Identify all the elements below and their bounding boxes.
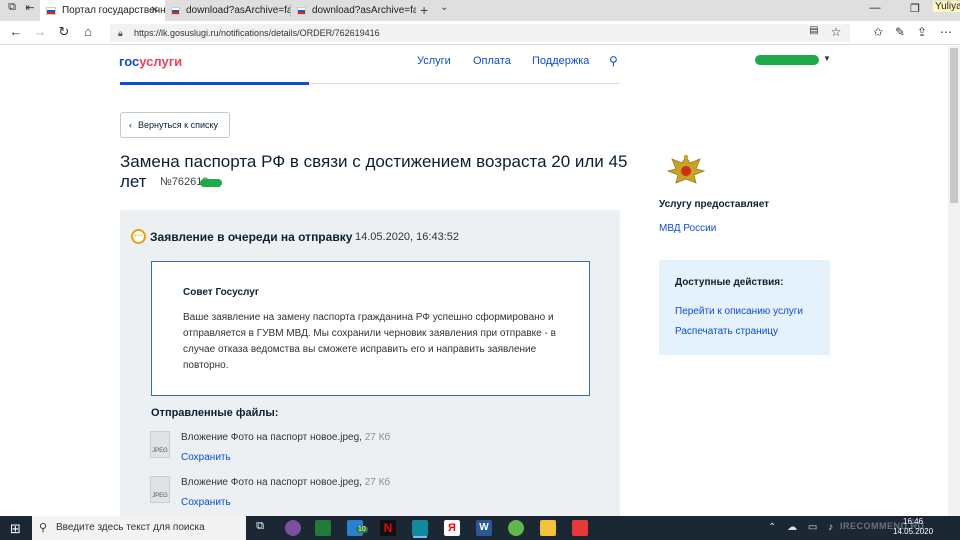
viber-icon[interactable] — [285, 520, 301, 536]
file-name: Вложение Фото на паспорт новое.jpeg, 27 … — [181, 432, 391, 443]
chevron-down-icon[interactable]: ▼ — [823, 54, 831, 63]
status-datetime: 14.05.2020, 16:43:52 — [355, 231, 459, 243]
store-icon[interactable] — [315, 520, 331, 536]
flag-icon — [46, 6, 56, 15]
browser-tab-bar: ⧉ ⇤ Портал государственн ✕ download?asAr… — [0, 0, 960, 21]
header-active-indicator — [120, 82, 309, 85]
minimize-icon[interactable]: — — [865, 2, 885, 14]
tab-title: download?asArchive=false — [311, 5, 416, 16]
taskbar-search[interactable]: ⚲ Введите здесь текст для поиска — [32, 516, 246, 540]
tab-actions-icon[interactable]: ⧉ — [4, 1, 20, 14]
tab-title: download?asArchive=false — [185, 5, 290, 16]
notes-icon[interactable]: ✎ — [892, 25, 908, 39]
close-tab-icon[interactable]: ✕ — [151, 5, 159, 16]
windows-start-icon[interactable]: ⊞ — [10, 521, 21, 537]
save-file-link[interactable]: Сохранить — [181, 452, 231, 463]
reading-view-icon[interactable]: ▤ — [806, 25, 822, 36]
logo-part-1: гос — [119, 54, 140, 69]
nav-support[interactable]: Поддержка — [532, 55, 589, 67]
edge-icon[interactable] — [412, 520, 428, 536]
file-name-text: Вложение Фото на паспорт новое.jpeg — [181, 477, 360, 488]
clock[interactable]: 16:46 14.05.2020 — [893, 517, 933, 537]
refresh-icon[interactable]: ↻ — [56, 24, 72, 40]
print-page-link[interactable]: Распечатать страницу — [675, 326, 778, 337]
system-tray-icons[interactable]: ⌃ ☁ ▭ ♪ — [768, 522, 837, 533]
status-text: Заявление в очереди на отправку — [150, 230, 353, 244]
home-icon[interactable]: ⌂ — [80, 24, 96, 39]
clock-date: 14.05.2020 — [893, 527, 934, 536]
more-menu-icon[interactable]: ⋯ — [938, 25, 954, 39]
search-icon[interactable]: ⚲ — [609, 54, 618, 68]
file-type-label: JPEG — [152, 493, 168, 499]
url-field[interactable]: 🔒︎ https://lk.gosuslugi.ru/notifications… — [110, 24, 850, 42]
site-header: госуслуги Услуги Оплата Поддержка ⚲ ▼ — [0, 46, 948, 86]
file-name-text: Вложение Фото на паспорт новое.jpeg — [181, 432, 360, 443]
utorrent-icon[interactable] — [508, 520, 524, 536]
logo-part-2: услуги — [139, 54, 183, 69]
advice-title: Совет Госуслуг — [183, 287, 259, 298]
back-to-list-label: Вернуться к списку — [138, 120, 219, 130]
file-type-label: JPEG — [152, 448, 168, 454]
flag-icon — [297, 6, 306, 15]
address-bar: ← → ↻ ⌂ 🔒︎ https://lk.gosuslugi.ru/notif… — [0, 21, 960, 45]
tab-preview-chevron-icon[interactable]: ⌄ — [440, 2, 448, 13]
file-explorer-icon[interactable] — [540, 520, 556, 536]
mail-badge: 10 — [356, 526, 368, 533]
word-icon[interactable]: W — [476, 520, 492, 536]
redacted-order-digits — [200, 179, 222, 187]
jpeg-file-icon: JPEG — [150, 476, 170, 503]
tab-gosuslugi[interactable]: Портал государственн ✕ — [40, 0, 165, 21]
service-description-link[interactable]: Перейти к описанию услуги — [675, 306, 803, 317]
forward-arrow-icon[interactable]: → — [32, 24, 48, 39]
new-tab-icon[interactable]: + — [420, 2, 428, 18]
flag-icon — [171, 6, 180, 15]
back-arrow-icon[interactable]: ← — [8, 24, 24, 39]
page-scroll-thumb[interactable] — [950, 48, 958, 203]
tab-download-1[interactable]: download?asArchive=false — [165, 0, 290, 21]
save-file-link[interactable]: Сохранить — [181, 497, 231, 508]
actions-title: Доступные действия: — [675, 277, 784, 288]
app-icon[interactable] — [572, 520, 588, 536]
advice-body: Ваше заявление на замену паспорта гражда… — [183, 312, 556, 371]
yandex-browser-icon[interactable]: Я — [444, 520, 460, 536]
netflix-icon[interactable]: N — [380, 520, 396, 536]
favorites-icon[interactable]: ✩ — [870, 25, 886, 39]
tab-title: Портал государственн — [61, 5, 165, 16]
file-size: 27 Кб — [364, 432, 391, 443]
task-view-icon[interactable]: ⧉ — [252, 520, 268, 536]
taskbar-search-placeholder: Введите здесь текст для поиска — [56, 522, 205, 533]
user-name: Yuliya — [933, 1, 960, 12]
provider-label: Услугу предоставляет — [659, 199, 770, 210]
tab-download-2[interactable]: download?asArchive=false — [291, 0, 416, 21]
mvd-emblem-icon — [666, 154, 706, 184]
favorite-star-icon[interactable]: ☆ — [828, 25, 844, 39]
search-icon: ⚲ — [39, 522, 48, 534]
chevron-left-icon: ‹ — [129, 120, 132, 130]
user-menu[interactable] — [755, 55, 819, 65]
taskbar: ⊞ ⚲ Введите здесь текст для поиска ⧉ N Я… — [0, 516, 960, 540]
provider-link[interactable]: МВД России — [659, 223, 716, 234]
file-size: 27 Кб — [364, 477, 391, 488]
file-name: Вложение Фото на паспорт новое.jpeg, 27 … — [181, 477, 391, 488]
files-title: Отправленные файлы: — [151, 407, 279, 419]
nav-services[interactable]: Услуги — [417, 55, 451, 67]
maximize-icon[interactable]: ❐ — [905, 2, 925, 15]
url-text: https://lk.gosuslugi.ru/notifications/de… — [134, 28, 380, 38]
set-aside-tabs-icon[interactable]: ⇤ — [22, 1, 38, 14]
share-icon[interactable]: ⇪ — [914, 25, 930, 39]
clock-time: 16:46 — [903, 517, 924, 526]
nav-payment[interactable]: Оплата — [473, 55, 511, 67]
jpeg-file-icon: JPEG — [150, 431, 170, 458]
lock-icon: 🔒︎ — [118, 28, 123, 38]
gosuslugi-logo[interactable]: госуслуги — [119, 54, 182, 69]
pending-status-icon: ··· — [131, 229, 146, 244]
back-to-list-button[interactable]: ‹ Вернуться к списку — [120, 112, 230, 138]
